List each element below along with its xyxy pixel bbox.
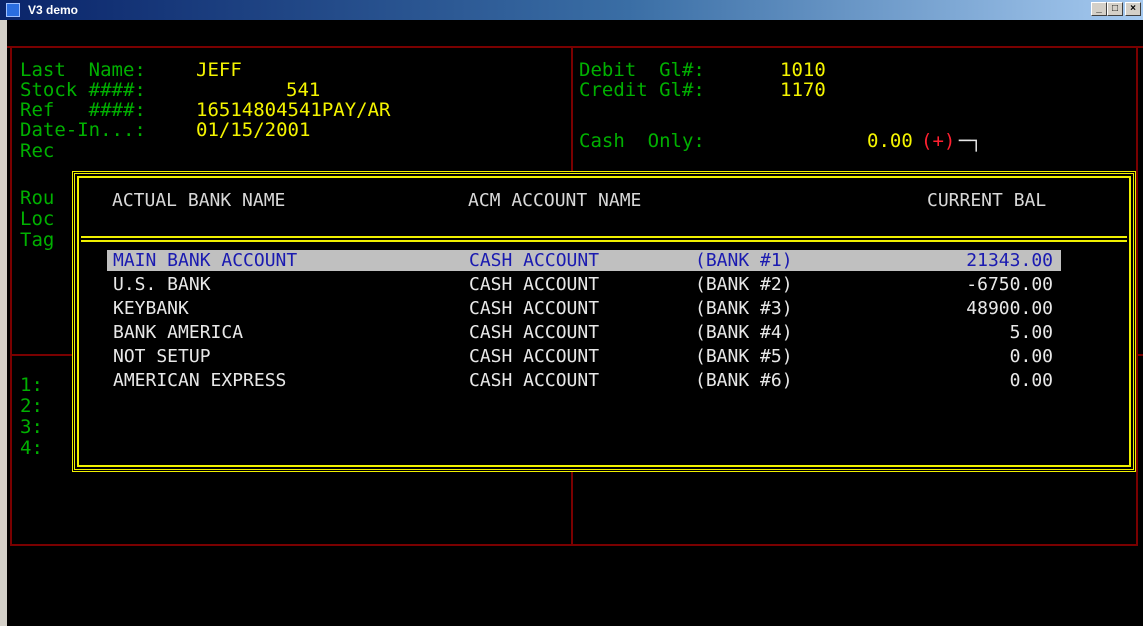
account-name-cell: CASH ACCOUNT (469, 250, 600, 271)
balance-cell: 0.00 (1009, 370, 1053, 391)
account-name-cell: CASH ACCOUNT (469, 322, 600, 343)
stock-value[interactable]: 541 (286, 80, 320, 101)
header-acm-account-name: ACM ACCOUNT NAME (468, 190, 642, 211)
app-icon[interactable] (6, 3, 20, 17)
balance-cell: 48900.00 (966, 298, 1053, 319)
last-name-label: Last Name: (20, 59, 146, 81)
bank-number-cell: (BANK #6) (695, 370, 793, 391)
rou-label: Rou (20, 187, 55, 209)
bank-row[interactable]: NOT SETUP CASH ACCOUNT (BANK #5) 0.00 (107, 346, 1061, 367)
date-in-label: Date-In...: (20, 119, 146, 141)
bank-number-cell: (BANK #3) (695, 298, 793, 319)
bank-number-cell: (BANK #5) (695, 346, 793, 367)
bank-name-cell: KEYBANK (113, 298, 189, 319)
cash-only-label: Cash Only: (579, 130, 705, 152)
header-separator-bottom (81, 240, 1127, 242)
balance-cell: 5.00 (1009, 322, 1053, 343)
line-2-label: 2: (20, 395, 43, 417)
debit-gl-value[interactable]: 1010 (780, 60, 826, 81)
frame-top (7, 46, 1143, 48)
credit-gl-value[interactable]: 1170 (780, 80, 826, 101)
bank-row[interactable]: KEYBANK CASH ACCOUNT (BANK #3) 48900.00 (107, 298, 1061, 319)
cash-only-value[interactable]: 0.00 (867, 131, 913, 152)
account-name-cell: CASH ACCOUNT (469, 370, 600, 391)
bank-name-cell: NOT SETUP (113, 346, 211, 367)
loc-label: Loc (20, 208, 55, 230)
line-3-label: 3: (20, 416, 43, 438)
balance-cell: -6750.00 (966, 274, 1053, 295)
close-button[interactable]: × (1125, 2, 1141, 16)
header-separator-top (81, 236, 1127, 238)
ref-label: Ref ####: (20, 99, 146, 121)
last-name-value[interactable]: JEFF (196, 60, 242, 81)
credit-gl-label: Credit Gl#: (579, 79, 705, 101)
window-controls: _ □ × (1091, 2, 1141, 16)
bank-row[interactable]: MAIN BANK ACCOUNT CASH ACCOUNT (BANK #1) 21… (107, 250, 1061, 271)
bank-row[interactable]: U.S. BANK CASH ACCOUNT (BANK #2) -6750.00 (107, 274, 1061, 295)
bank-row[interactable]: BANK AMERICA CASH ACCOUNT (BANK #4) 5.00 (107, 322, 1061, 343)
terminal-screen[interactable]: Last Name: JEFF Stock ####: 541 Ref ####… (7, 20, 1143, 626)
account-name-cell: CASH ACCOUNT (469, 298, 600, 319)
frame-mid-left (10, 354, 72, 356)
bank-name-cell: U.S. BANK (113, 274, 211, 295)
bank-row[interactable]: AMERICAN EXPRESS CASH ACCOUNT (BANK #6) 0.0… (107, 370, 1061, 391)
bank-number-cell: (BANK #4) (695, 322, 793, 343)
line-1-label: 1: (20, 374, 43, 396)
window-title: V3 demo (28, 3, 79, 17)
balance-cell: 0.00 (1009, 346, 1053, 367)
bank-name-cell: BANK AMERICA (113, 322, 244, 343)
bank-selection-dialog[interactable]: ACTUAL BANK NAME ACM ACCOUNT NAME CURREN… (72, 171, 1136, 472)
cash-marker: ─┐ (959, 130, 982, 152)
frame-mid-right (1136, 354, 1143, 356)
bank-name-cell: MAIN BANK ACCOUNT (113, 250, 298, 271)
frame-middle-upper (571, 46, 573, 174)
stock-label: Stock ####: (20, 79, 146, 101)
account-name-cell: CASH ACCOUNT (469, 274, 600, 295)
header-bank-name: ACTUAL BANK NAME (112, 190, 286, 211)
date-in-value[interactable]: 01/15/2001 (196, 120, 310, 141)
balance-cell: 21343.00 (966, 250, 1053, 271)
title-bar[interactable]: V3 demo _ □ × (0, 0, 1143, 20)
bank-number-cell: (BANK #1) (695, 250, 793, 271)
line-4-label: 4: (20, 437, 43, 459)
frame-left (10, 46, 12, 546)
maximize-button[interactable]: □ (1107, 2, 1123, 16)
header-current-balance: CURRENT BAL (927, 190, 1047, 211)
bank-number-cell: (BANK #2) (695, 274, 793, 295)
tag-label: Tag (20, 229, 55, 251)
bank-name-cell: AMERICAN EXPRESS (113, 370, 287, 391)
frame-right (1136, 46, 1138, 546)
account-name-cell: CASH ACCOUNT (469, 346, 600, 367)
rec-label: Rec (20, 140, 55, 162)
cash-sign-indicator: (+) (921, 130, 956, 152)
frame-bottom (10, 544, 1138, 546)
minimize-button[interactable]: _ (1091, 2, 1107, 16)
debit-gl-label: Debit Gl#: (579, 59, 705, 81)
ref-value[interactable]: 16514804541PAY/AR (196, 100, 390, 121)
frame-middle-lower (571, 462, 573, 546)
